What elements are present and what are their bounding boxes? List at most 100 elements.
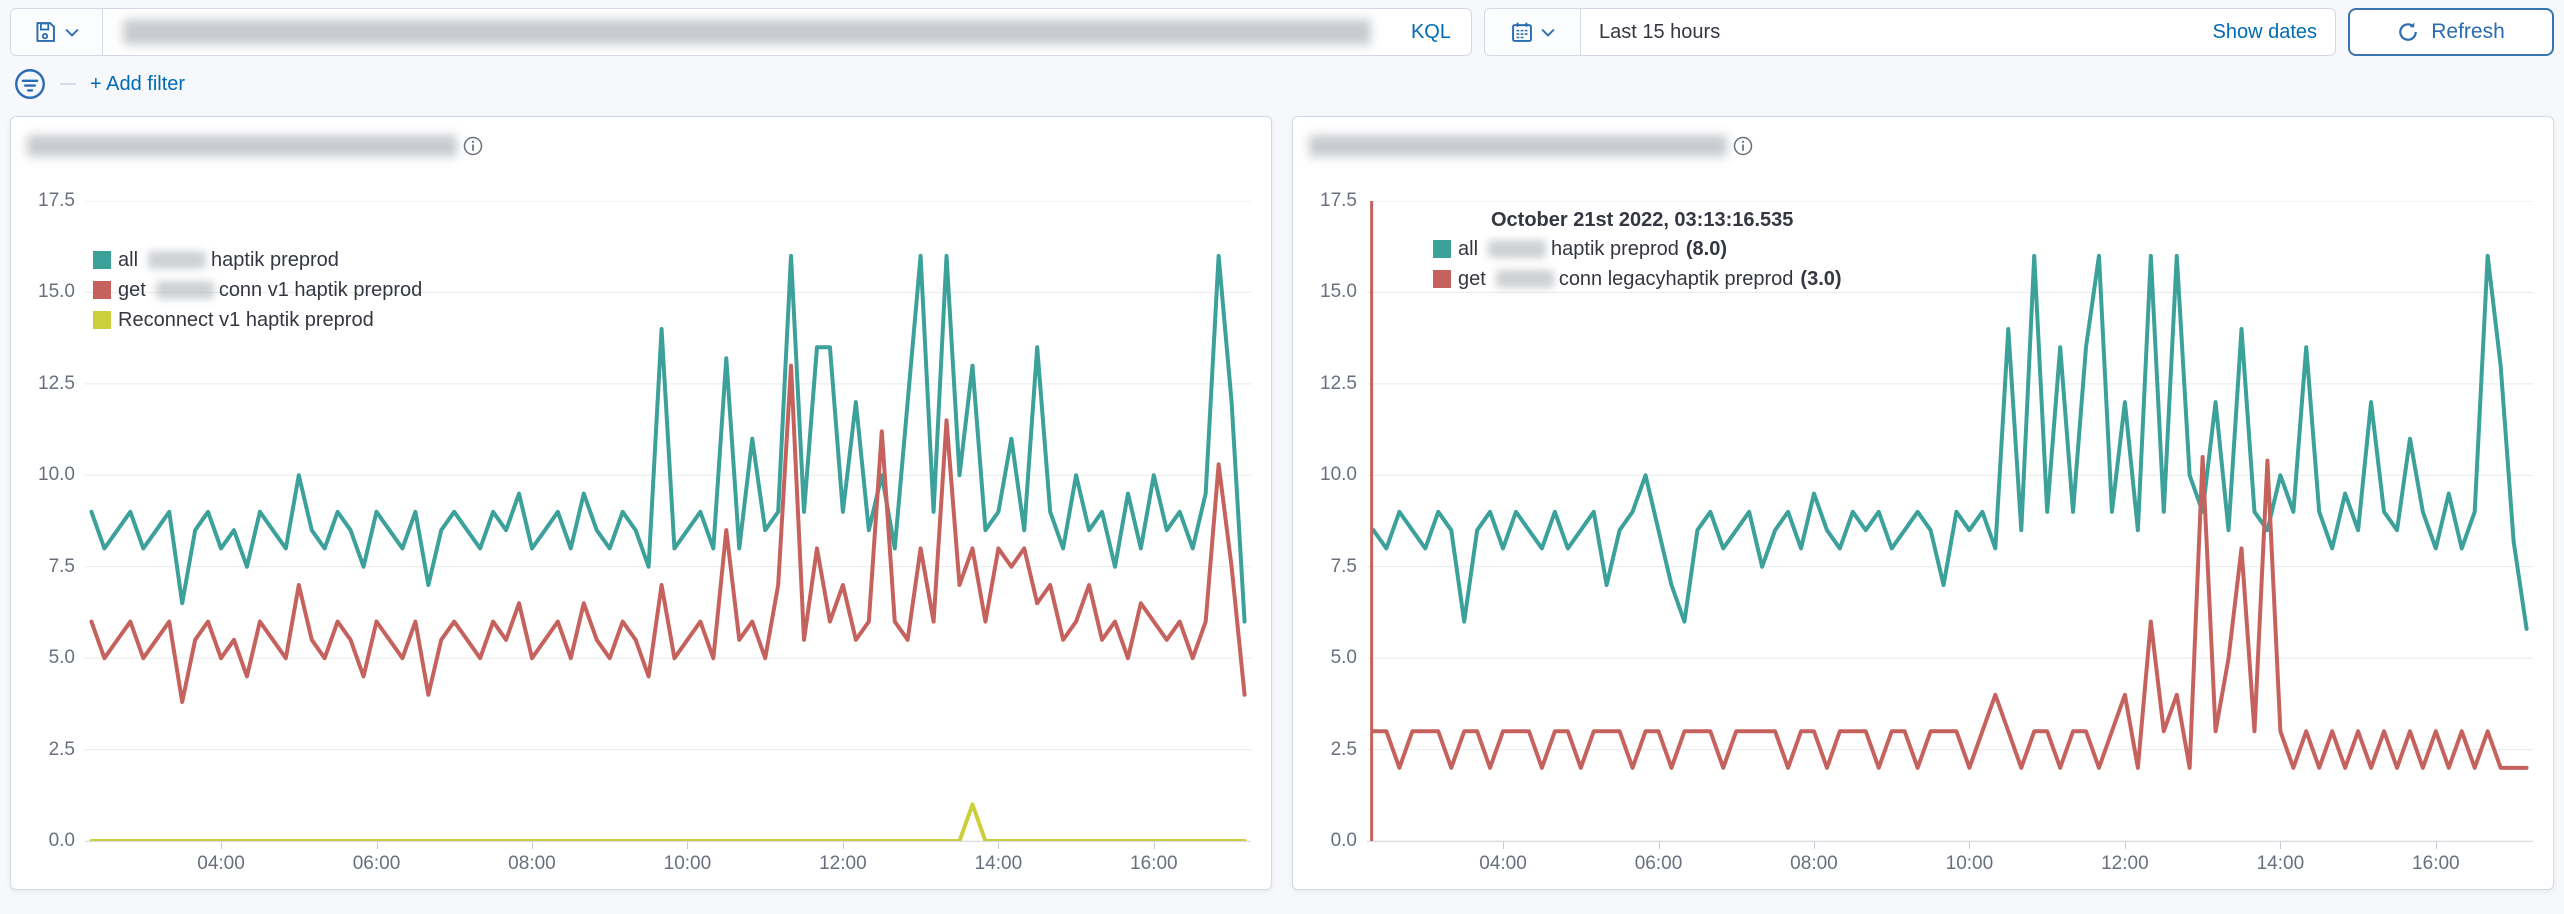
x-axis-tick [532,842,533,849]
y-axis-tick-label: 5.0 [49,647,75,669]
tooltip-value: (8.0) [1686,238,1727,261]
right-chart[interactable]: 0.02.55.07.510.012.515.017.5 October 21s… [1309,201,2535,883]
left-chart-legend: all haptik preprod get conn v1 haptik pr… [93,245,422,335]
legend-item[interactable]: get conn v1 haptik preprod [93,275,422,305]
save-query-button[interactable] [11,9,103,55]
info-icon[interactable] [463,136,483,156]
x-axis-tick-label: 06:00 [353,853,401,875]
legend-item[interactable]: all haptik preprod [93,245,422,275]
right-panel: 0.02.55.07.510.012.515.017.5 October 21s… [1292,116,2554,890]
x-axis-tick-label: 10:00 [664,853,712,875]
right-chart-plot[interactable]: October 21st 2022, 03:13:16.535 all hapt… [1367,201,2533,841]
x-axis-tick-label: 10:00 [1946,853,1994,875]
legend-label: conn v1 haptik preprod [219,279,422,302]
tooltip-item: get conn legacyhaptik preprod (3.0) [1433,264,1842,294]
y-axis-tick-label: 2.5 [49,739,75,761]
tooltip-label: haptik preprod [1551,238,1679,261]
y-axis-tick-label: 7.5 [49,556,75,578]
x-axis-tick-label: 08:00 [508,853,556,875]
right-chart-y-axis: 0.02.55.07.510.012.515.017.5 [1309,201,1367,841]
filter-circle-icon[interactable] [14,68,46,100]
y-axis-tick-label: 12.5 [1320,373,1357,395]
chevron-down-icon [1541,28,1555,37]
query-bar: KQL [10,8,1472,56]
filter-divider [60,83,76,85]
x-axis-tick [2125,842,2126,849]
tooltip-swatch-red [1433,270,1451,288]
refresh-button[interactable]: Refresh [2348,8,2554,56]
kql-mode-button[interactable]: KQL [1391,21,1471,44]
date-picker: Last 15 hours Show dates [1484,8,2336,56]
tooltip-label: all [1458,238,1478,261]
add-filter-button[interactable]: + Add filter [90,73,185,96]
x-axis-tick [1969,842,1970,849]
y-axis-tick-label: 5.0 [1331,647,1357,669]
tooltip-label: conn legacyhaptik preprod [1559,268,1794,291]
legend-label: all [118,249,138,272]
x-axis-tick [2436,842,2437,849]
x-axis-tick [843,842,844,849]
x-axis-tick-label: 08:00 [1790,853,1838,875]
y-axis-tick-label: 0.0 [49,830,75,852]
left-panel-title [27,131,1253,161]
x-axis-tick [1503,842,1504,849]
legend-label: Reconnect v1 haptik preprod [118,309,374,332]
chart-tooltip: October 21st 2022, 03:13:16.535 all hapt… [1433,209,1842,294]
refresh-label: Refresh [2431,20,2505,44]
x-axis-tick [2280,842,2281,849]
x-axis-tick [1659,842,1660,849]
time-range-value[interactable]: Last 15 hours [1581,21,2212,44]
tooltip-swatch-teal [1433,240,1451,258]
x-axis-tick-label: 06:00 [1635,853,1683,875]
calendar-icon [1511,21,1533,43]
left-chart-plot[interactable]: all haptik preprod get conn v1 haptik pr… [85,201,1251,841]
x-axis-tick-label: 14:00 [975,853,1023,875]
x-axis-tick-label: 16:00 [1130,853,1178,875]
tooltip-redacted-term [1488,240,1546,258]
x-axis-tick-label: 16:00 [2412,853,2460,875]
left-chart-x-axis: 04:00 06:00 08:00 10:00 12:00 14:00 16:00 [85,841,1251,883]
x-axis-tick [1814,842,1815,849]
right-panel-title-redacted [1309,135,1727,157]
chevron-down-icon [65,28,79,37]
refresh-icon [2397,21,2419,43]
x-axis-tick-label: 14:00 [2257,853,2305,875]
y-axis-tick-label: 7.5 [1331,556,1357,578]
legend-label: haptik preprod [211,249,339,272]
filter-bar: + Add filter [0,56,2564,110]
x-axis-tick-label: 04:00 [1479,853,1527,875]
left-panel-title-redacted [27,135,457,157]
right-panel-title [1309,131,2535,161]
x-axis-tick-label: 12:00 [819,853,867,875]
tooltip-timestamp: October 21st 2022, 03:13:16.535 [1491,209,1842,232]
left-chart-y-axis: 0.02.55.07.510.012.515.017.5 [27,201,85,841]
y-axis-tick-label: 10.0 [38,464,75,486]
y-axis-tick-label: 12.5 [38,373,75,395]
dashboard-panels: 0.0 2.5 5.0 7.5 10.0 12.5 15.0 17.5 all haptik … [0,110,2564,900]
x-axis-tick-label: 04:00 [197,853,245,875]
tooltip-value: (3.0) [1800,268,1841,291]
left-panel: 0.0 2.5 5.0 7.5 10.0 12.5 15.0 17.5 all haptik … [10,116,1272,890]
info-icon[interactable] [1733,136,1753,156]
tooltip-label: get [1458,268,1486,291]
tooltip-item: all haptik preprod (8.0) [1433,234,1842,264]
y-axis-tick-label: 15.0 [1320,281,1357,303]
y-axis-tick-label: 0.0 [1331,830,1357,852]
legend-redacted-term [156,281,214,299]
legend-swatch-red [93,281,111,299]
y-axis-tick-label: 17.5 [1320,190,1357,212]
legend-swatch-yellow [93,311,111,329]
x-axis-tick [221,842,222,849]
x-axis-tick-label: 12:00 [2101,853,2149,875]
left-chart[interactable]: 0.02.55.07.510.012.515.017.5 all haptik … [27,201,1253,883]
x-axis-tick [998,842,999,849]
legend-item[interactable]: Reconnect v1 haptik preprod [93,305,422,335]
show-dates-button[interactable]: Show dates [2212,21,2335,44]
x-axis-tick [377,842,378,849]
right-chart-x-axis: 04:00 06:00 08:00 10:00 12:00 14:00 16:00 [1367,841,2533,883]
y-axis-tick-label: 17.5 [38,190,75,212]
quick-select-button[interactable] [1485,9,1581,55]
legend-redacted-term [148,251,206,269]
y-axis-tick-label: 15.0 [38,281,75,303]
query-input[interactable] [123,19,1371,45]
